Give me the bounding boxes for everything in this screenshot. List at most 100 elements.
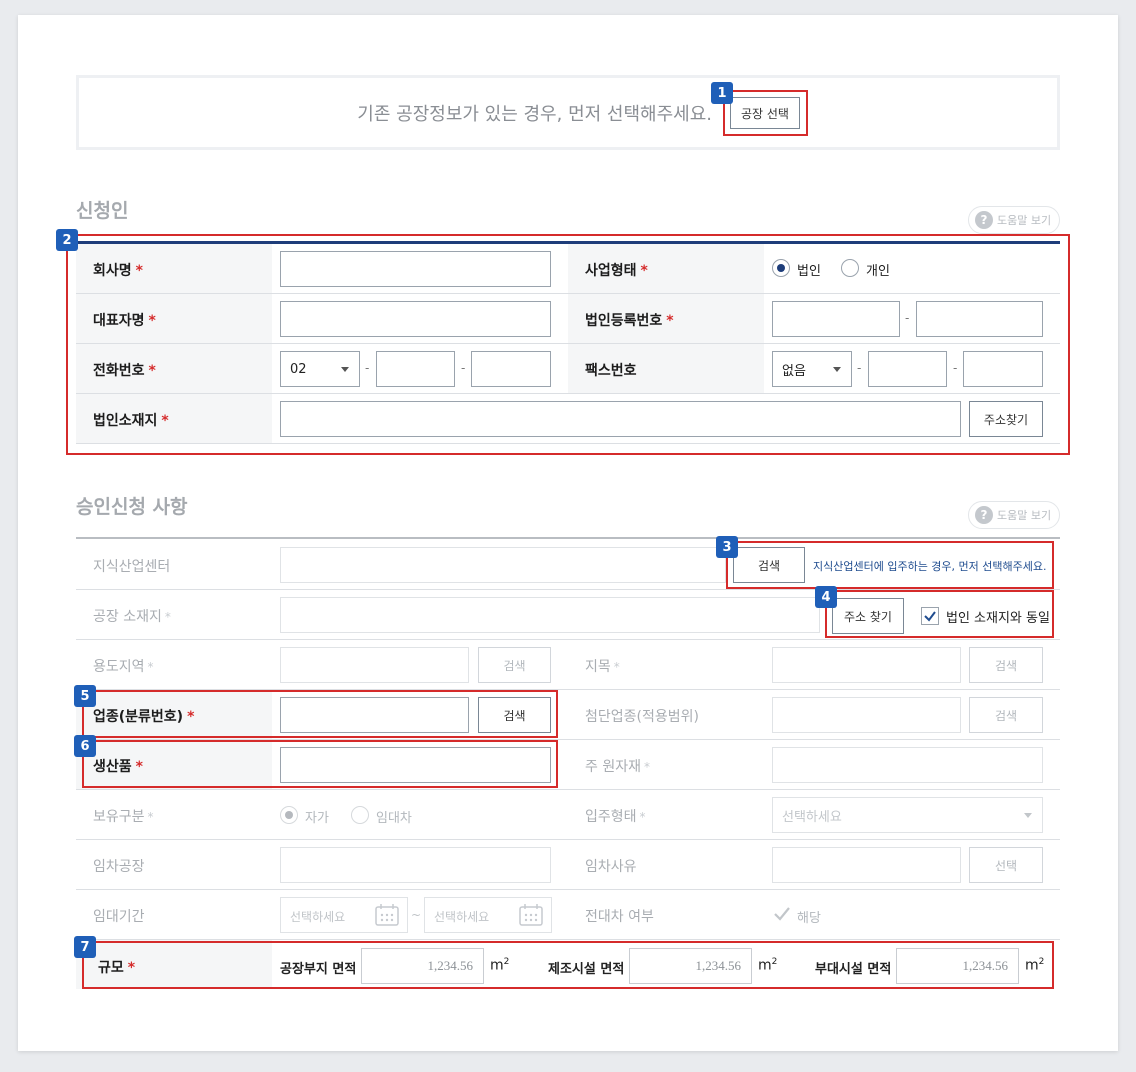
row-divider [76, 589, 1060, 590]
badge-6: 6 [74, 735, 96, 757]
phone-input-2[interactable] [376, 351, 455, 387]
applicant-section-title: 신청인 [76, 200, 129, 222]
lease-reason-select-button[interactable]: 선택 [969, 847, 1043, 883]
factory-address-label: 공장 소재지 * [93, 609, 171, 625]
chevron-down-icon [341, 367, 349, 372]
fax-input-3[interactable] [963, 351, 1043, 387]
row-divider [76, 739, 1060, 740]
ownership-own-radio[interactable] [280, 806, 298, 824]
row-divider [76, 443, 1060, 444]
check-icon [924, 611, 936, 622]
site-area-input[interactable]: 1,234.56 [361, 948, 484, 984]
form-card: 기존 공장정보가 있는 경우, 먼저 선택해주세요. 공장 선택 1 신청인 ?… [18, 15, 1118, 1051]
business-type-corp-label: 법인 [797, 264, 821, 279]
row-divider [76, 639, 1060, 640]
lease-factory-input[interactable] [280, 847, 551, 883]
mfg-area-unit: m2 [758, 957, 778, 974]
lease-start-placeholder: 선택하세요 [290, 910, 346, 924]
phone-input-3[interactable] [471, 351, 551, 387]
sublease-label: 전대차 여부 [585, 909, 654, 925]
factory-address-input[interactable] [280, 597, 820, 633]
row-divider [76, 839, 1060, 840]
ownership-lease-label: 임대차 [376, 811, 412, 826]
row-divider [76, 393, 1060, 394]
site-area-label: 공장부지 면적 [280, 962, 357, 977]
mfg-area-input[interactable]: 1,234.56 [629, 948, 752, 984]
aux-area-label: 부대시설 면적 [815, 962, 892, 977]
representative-input[interactable] [280, 301, 551, 337]
check-icon[interactable] [773, 906, 791, 922]
select-factory-button[interactable]: 공장 선택 [730, 97, 800, 129]
business-type-individual-radio[interactable] [841, 259, 859, 277]
knowledge-center-note: 지식산업센터에 입주하는 경우, 먼저 선택해주세요. [813, 560, 1047, 573]
row-divider [76, 889, 1060, 890]
corp-address-input[interactable] [280, 401, 961, 437]
zoning-input[interactable] [280, 647, 469, 683]
badge-4: 4 [815, 586, 837, 608]
lease-reason-input[interactable] [772, 847, 961, 883]
raw-material-label: 주 원자재 * [585, 759, 650, 775]
ownership-label: 보유구분 * [93, 809, 154, 825]
industry-search-button[interactable]: 검색 [478, 697, 551, 733]
corp-reg-no-input-2[interactable] [916, 301, 1043, 337]
help-button-applicant[interactable]: ? 도움말 보기 [968, 206, 1060, 234]
aux-area-input[interactable]: 1,234.56 [896, 948, 1019, 984]
badge-3: 3 [716, 536, 738, 558]
date-range-tilde: ~ [411, 908, 422, 922]
calendar-icon[interactable] [519, 904, 543, 926]
same-as-corp-label: 법인 소재지와 동일 [946, 611, 1050, 626]
lease-end-placeholder: 선택하세요 [434, 910, 490, 924]
chevron-down-icon [833, 367, 841, 372]
notice-text: 기존 공장정보가 있는 경우, 먼저 선택해주세요. [357, 104, 712, 125]
fax-input-2[interactable] [868, 351, 947, 387]
corp-reg-no-input-1[interactable] [772, 301, 900, 337]
raw-material-input[interactable] [772, 747, 1043, 783]
knowledge-center-input[interactable] [280, 547, 726, 583]
factory-address-button[interactable]: 주소 찾기 [832, 598, 904, 634]
badge-2: 2 [56, 229, 78, 251]
fax-area-value: 없음 [782, 363, 806, 379]
find-address-button[interactable]: 주소찾기 [969, 401, 1043, 437]
land-category-input[interactable] [772, 647, 961, 683]
row-divider [76, 939, 1060, 940]
phone-area-value: 02 [290, 361, 307, 377]
chevron-down-icon [1024, 813, 1032, 818]
mfg-area-label: 제조시설 면적 [548, 962, 625, 977]
land-category-label: 지목 * [585, 659, 620, 675]
business-type-label: 사업형태 * [585, 263, 648, 279]
dash: - [461, 361, 466, 375]
fax-area-select[interactable]: 없음 [772, 351, 852, 387]
calendar-icon[interactable] [375, 904, 399, 926]
lease-period-label: 임대기간 [93, 909, 145, 925]
knowledge-search-button[interactable]: 검색 [733, 547, 805, 583]
fax-label: 팩스번호 [585, 363, 637, 379]
product-label: 생산품 * [93, 759, 143, 775]
question-icon: ? [975, 506, 993, 524]
business-type-corp-radio[interactable] [772, 259, 790, 277]
same-as-corp-checkbox[interactable] [921, 607, 939, 625]
knowledge-center-label: 지식산업센터 [93, 559, 171, 575]
approval-section-title: 승인신청 사항 [76, 496, 188, 518]
advanced-industry-search-button[interactable]: 검색 [969, 697, 1043, 733]
industry-input[interactable] [280, 697, 469, 733]
sublease-check-label: 해당 [797, 911, 821, 926]
tenancy-type-select[interactable]: 선택하세요 [772, 797, 1043, 833]
ownership-lease-radio[interactable] [351, 806, 369, 824]
dash: - [905, 311, 910, 325]
representative-label: 대표자명 * [93, 313, 156, 329]
advanced-industry-input[interactable] [772, 697, 961, 733]
lease-reason-label: 임차사유 [585, 859, 637, 875]
scale-label: 규모 * [98, 960, 136, 976]
badge-1: 1 [711, 82, 733, 104]
business-type-individual-label: 개인 [866, 264, 890, 279]
approval-top-rule [76, 537, 1060, 539]
ownership-own-label: 자가 [305, 811, 329, 826]
help-button-approval[interactable]: ? 도움말 보기 [968, 501, 1060, 529]
badge-7: 7 [74, 936, 96, 958]
site-area-unit: m2 [490, 957, 510, 974]
land-category-search-button[interactable]: 검색 [969, 647, 1043, 683]
phone-area-select[interactable]: 02 [280, 351, 360, 387]
product-input[interactable] [280, 747, 551, 783]
company-name-input[interactable] [280, 251, 551, 287]
zoning-search-button[interactable]: 검색 [478, 647, 551, 683]
